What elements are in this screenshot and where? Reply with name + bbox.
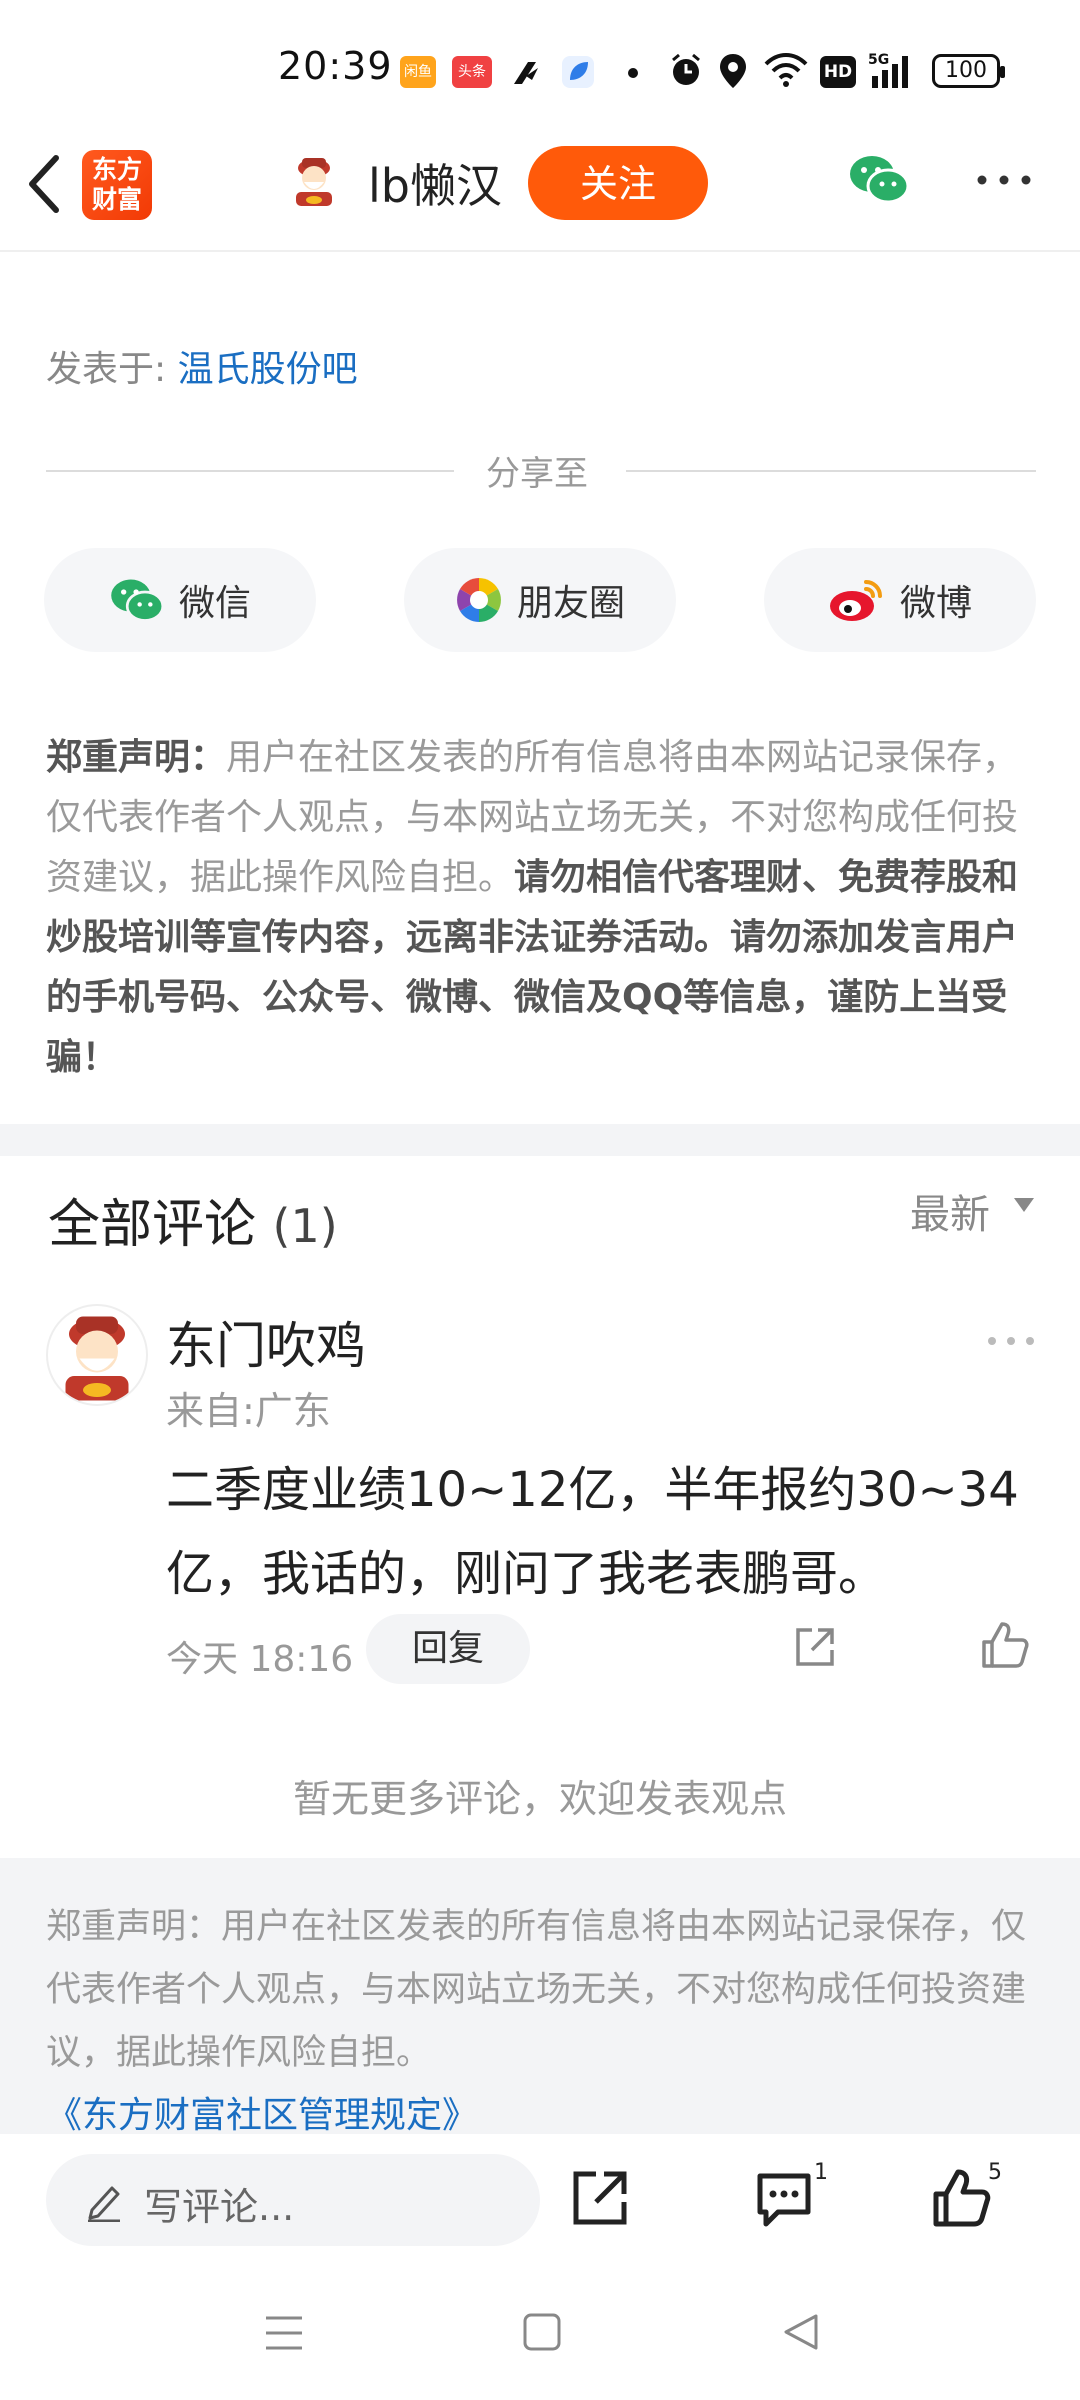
no-more-comments: 暂无更多评论，欢迎发表观点 <box>292 1777 787 1821</box>
share-wechat-label: 微信 <box>178 583 251 624</box>
back-nav-icon[interactable] <box>780 2312 820 2352</box>
comments-title: 全部评论 <box>48 1195 257 1255</box>
weibo-icon <box>829 580 882 621</box>
user-avatar-icon[interactable] <box>286 152 342 208</box>
like-count-badge: 5 <box>988 2160 1002 2185</box>
menu-nav-icon[interactable] <box>264 2314 304 2352</box>
toutiao-app-icon: 头条 <box>452 56 492 88</box>
pencil-icon <box>88 2186 120 2222</box>
status-bar: 20:39 闲鱼 头条 HD 5G 100 <box>0 0 1080 140</box>
comment-count-badge: 1 <box>814 2160 828 2185</box>
leaf-app-icon <box>562 56 594 88</box>
signal-5g-icon: 5G <box>868 52 908 88</box>
comment-share-icon[interactable] <box>792 1624 838 1670</box>
feather-app-icon <box>514 62 538 84</box>
author-username[interactable]: lb懒汉 <box>368 150 502 216</box>
sort-dropdown[interactable]: 最新 <box>910 1182 990 1240</box>
posted-in-label: 发表于: 温氏股份吧 <box>46 340 358 392</box>
disclaimer-text: 郑重声明：用户在社区发表的所有信息将由本网站记录保存，仅代表作者个人观点，与本网… <box>46 728 1036 1088</box>
svg-text:5G: 5G <box>868 52 889 68</box>
share-divider-left <box>46 470 454 472</box>
dot-icon <box>628 68 638 78</box>
logo-text-line1: 东方 <box>91 155 142 184</box>
share-moments-label: 朋友圈 <box>516 583 625 624</box>
commenter-avatar[interactable] <box>46 1304 148 1406</box>
moments-icon <box>457 578 501 622</box>
comments-heading: 全部评论 (1) <box>48 1182 338 1257</box>
reply-button[interactable]: 回复 <box>366 1614 530 1684</box>
stock-bar-link[interactable]: 温氏股份吧 <box>178 349 358 390</box>
back-arrow-icon[interactable] <box>22 152 66 216</box>
community-rules-link[interactable]: 《东方财富社区管理规定》 <box>46 2086 478 2138</box>
xianyu-app-icon: 闲鱼 <box>400 56 436 88</box>
eastmoney-logo[interactable]: 东方 财富 <box>82 150 152 220</box>
more-options-icon[interactable] <box>976 170 1032 190</box>
disclaimer-lead: 郑重声明： <box>46 737 227 778</box>
comment-text: 二季度业绩10~12亿，半年报约30~34亿，我话的，刚问了我老表鹏哥。 <box>166 1462 1019 1602</box>
share-weibo-button[interactable]: 微博 <box>764 548 1036 652</box>
share-moments-button[interactable]: 朋友圈 <box>404 548 676 652</box>
hd-icon: HD <box>820 56 856 88</box>
wifi-icon <box>764 53 808 87</box>
comments-count: (1) <box>272 1199 338 1253</box>
commenter-avatar-icon <box>65 1316 129 1401</box>
footer-disclaimer-text: 郑重声明：用户在社区发表的所有信息将由本网站记录保存，仅代表作者个人观点，与本网… <box>46 1907 1027 2073</box>
comment-icon[interactable] <box>754 2170 814 2230</box>
wechat-share-icon[interactable] <box>848 152 910 206</box>
comment-like-icon[interactable] <box>980 1620 1030 1670</box>
share-weibo-label: 微博 <box>899 583 972 624</box>
comment-time: 今天 18:16 <box>166 1639 354 1680</box>
battery-indicator: 100 <box>932 54 1005 88</box>
commenter-name[interactable]: 东门吹鸡 <box>166 1306 366 1378</box>
logo-text-line2: 财富 <box>91 185 142 214</box>
follow-button[interactable]: 关注 <box>528 146 708 220</box>
commenter-location: 来自:广东 <box>166 1389 331 1433</box>
share-icon[interactable] <box>570 2168 630 2228</box>
home-nav-icon[interactable] <box>522 2312 562 2352</box>
sort-dropdown-arrow-icon[interactable] <box>1014 1198 1034 1212</box>
comment-input-placeholder[interactable]: 写评论... <box>144 2176 294 2231</box>
section-separator <box>0 1124 1080 1156</box>
share-wechat-button[interactable]: 微信 <box>44 548 316 652</box>
location-icon <box>720 54 746 88</box>
like-icon[interactable] <box>932 2168 992 2228</box>
wechat-icon <box>111 579 165 622</box>
comment-more-icon[interactable] <box>986 1334 1036 1348</box>
alarm-icon <box>672 53 700 85</box>
share-title: 分享至 <box>486 454 588 494</box>
status-time: 20:39 <box>278 44 393 88</box>
posted-in-prefix: 发表于: <box>46 349 178 390</box>
share-divider-right <box>626 470 1036 472</box>
